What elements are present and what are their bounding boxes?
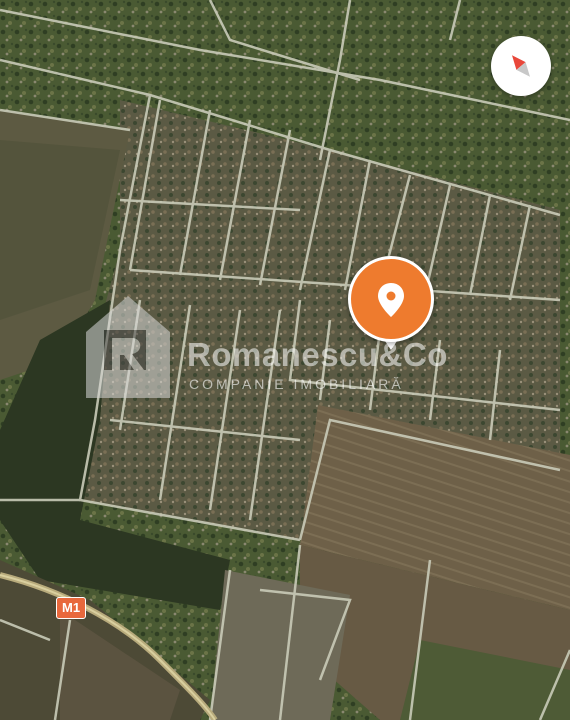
location-pin-icon	[378, 283, 404, 317]
watermark-name: Romanescu&Co	[187, 336, 448, 373]
watermark-subtitle: COMPANIE IMOBILIARĂ	[189, 376, 404, 392]
location-pin[interactable]	[348, 256, 434, 342]
compass-icon	[512, 55, 530, 77]
romanescu-logo	[86, 296, 170, 398]
road-label-m1: M1	[56, 597, 87, 619]
compass-button[interactable]	[491, 36, 551, 96]
